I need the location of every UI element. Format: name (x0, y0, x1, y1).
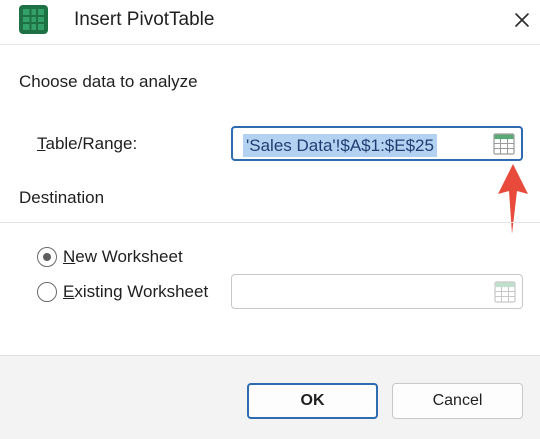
table-range-label: Table/Range: (37, 134, 137, 154)
existing-worksheet-label-text: xisting Worksheet (74, 282, 209, 301)
location-input[interactable] (231, 274, 523, 309)
dialog-titlebar: Insert PivotTable (0, 0, 540, 40)
dialog-title: Insert PivotTable (74, 9, 215, 30)
new-worksheet-option[interactable]: New Worksheet (37, 245, 183, 269)
new-worksheet-label: New Worksheet (63, 247, 183, 267)
existing-worksheet-label: Existing Worksheet (63, 282, 208, 302)
table-range-input[interactable]: 'Sales Data'!$A$1:$E$25 (231, 126, 523, 161)
destination-section-heading: Destination (19, 188, 105, 207)
source-section-heading: Choose data to analyze (19, 72, 198, 91)
table-range-access-key: T (37, 134, 46, 153)
new-worksheet-label-text: ew Worksheet (75, 247, 183, 266)
titlebar-divider (0, 44, 540, 45)
close-icon[interactable] (508, 6, 536, 34)
red-up-arrow-icon (498, 164, 528, 234)
existing-worksheet-radio[interactable] (37, 282, 57, 302)
new-worksheet-radio[interactable] (37, 247, 57, 267)
destination-divider (0, 222, 540, 223)
range-select-icon[interactable] (493, 133, 515, 155)
table-range-label-text: able/Range: (45, 134, 138, 153)
table-range-value[interactable]: 'Sales Data'!$A$1:$E$25 (243, 134, 437, 157)
cancel-button[interactable]: Cancel (392, 383, 523, 419)
range-select-icon (494, 281, 516, 303)
existing-worksheet-option[interactable]: Existing Worksheet (37, 280, 208, 304)
ok-button[interactable]: OK (247, 383, 378, 419)
existing-worksheet-access-key: E (63, 282, 75, 301)
excel-grid-icon (19, 5, 48, 34)
new-worksheet-access-key: N (63, 247, 76, 266)
